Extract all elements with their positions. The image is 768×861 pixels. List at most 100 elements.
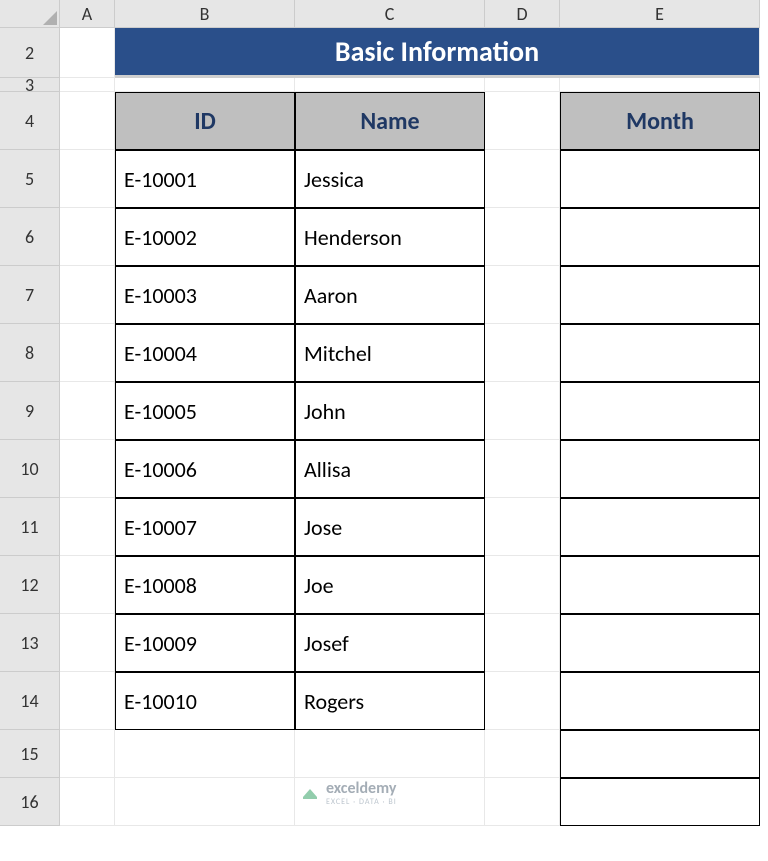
cell-C3[interactable] <box>295 78 485 92</box>
cell-B16[interactable] <box>115 778 295 826</box>
row-header-16[interactable]: 16 <box>0 778 60 826</box>
row-2: 2 Basic Information <box>0 28 768 78</box>
row-7: 7 E-10003Aaron <box>0 266 768 324</box>
cell-D14[interactable] <box>485 672 560 730</box>
row-header-4[interactable]: 4 <box>0 92 60 150</box>
row-header-2[interactable]: 2 <box>0 28 60 78</box>
cell-E16[interactable] <box>560 778 760 826</box>
row-header-5[interactable]: 5 <box>0 150 60 208</box>
col-header-B[interactable]: B <box>115 0 295 28</box>
cell-month[interactable] <box>560 498 760 556</box>
cell-D9[interactable] <box>485 382 560 440</box>
cell-B15[interactable] <box>115 730 295 778</box>
cell-D13[interactable] <box>485 614 560 672</box>
cell-id[interactable]: E-10010 <box>115 672 295 730</box>
cell-id[interactable]: E-10005 <box>115 382 295 440</box>
cell-A4[interactable] <box>60 92 115 150</box>
cell-D11[interactable] <box>485 498 560 556</box>
cell-month[interactable] <box>560 440 760 498</box>
cell-A12[interactable] <box>60 556 115 614</box>
cell-id[interactable]: E-10003 <box>115 266 295 324</box>
row-header-6[interactable]: 6 <box>0 208 60 266</box>
cell-month[interactable] <box>560 266 760 324</box>
cell-E3[interactable] <box>560 78 760 92</box>
cell-D16[interactable] <box>485 778 560 826</box>
cell-id[interactable]: E-10007 <box>115 498 295 556</box>
cell-A2[interactable] <box>60 28 115 78</box>
cell-month[interactable] <box>560 556 760 614</box>
cell-D10[interactable] <box>485 440 560 498</box>
cell-D5[interactable] <box>485 150 560 208</box>
cell-month[interactable] <box>560 208 760 266</box>
cell-D6[interactable] <box>485 208 560 266</box>
col-header-E[interactable]: E <box>560 0 760 28</box>
title-cell[interactable]: Basic Information <box>115 28 760 78</box>
cell-name[interactable]: Henderson <box>295 208 485 266</box>
cell-id[interactable]: E-10009 <box>115 614 295 672</box>
cell-month[interactable] <box>560 672 760 730</box>
cell-A8[interactable] <box>60 324 115 382</box>
cell-C15[interactable] <box>295 730 485 778</box>
row-15: 15 <box>0 730 768 778</box>
cell-month[interactable] <box>560 150 760 208</box>
cell-name[interactable]: Mitchel <box>295 324 485 382</box>
cell-name[interactable]: Joe <box>295 556 485 614</box>
col-header-A[interactable]: A <box>60 0 115 28</box>
cell-id[interactable]: E-10004 <box>115 324 295 382</box>
row-header-7[interactable]: 7 <box>0 266 60 324</box>
row-header-8[interactable]: 8 <box>0 324 60 382</box>
cell-name[interactable]: Rogers <box>295 672 485 730</box>
cell-A11[interactable] <box>60 498 115 556</box>
col-header-C[interactable]: C <box>295 0 485 28</box>
row-header-9[interactable]: 9 <box>0 382 60 440</box>
column-header-row: A B C D E <box>0 0 768 28</box>
cell-D15[interactable] <box>485 730 560 778</box>
row-header-10[interactable]: 10 <box>0 440 60 498</box>
cell-A7[interactable] <box>60 266 115 324</box>
cell-name[interactable]: Josef <box>295 614 485 672</box>
row-header-15[interactable]: 15 <box>0 730 60 778</box>
cell-A10[interactable] <box>60 440 115 498</box>
cell-id[interactable]: E-10001 <box>115 150 295 208</box>
row-header-13[interactable]: 13 <box>0 614 60 672</box>
cell-A16[interactable] <box>60 778 115 826</box>
cell-D12[interactable] <box>485 556 560 614</box>
cell-id[interactable]: E-10002 <box>115 208 295 266</box>
row-header-3[interactable]: 3 <box>0 78 60 92</box>
header-name[interactable]: Name <box>295 92 485 150</box>
cell-A15[interactable] <box>60 730 115 778</box>
cell-month[interactable] <box>560 614 760 672</box>
cell-A14[interactable] <box>60 672 115 730</box>
header-id[interactable]: ID <box>115 92 295 150</box>
cell-month[interactable] <box>560 382 760 440</box>
cell-D3[interactable] <box>485 78 560 92</box>
cell-name[interactable]: John <box>295 382 485 440</box>
cell-A5[interactable] <box>60 150 115 208</box>
cell-D4[interactable] <box>485 92 560 150</box>
cell-A6[interactable] <box>60 208 115 266</box>
cell-id[interactable]: E-10008 <box>115 556 295 614</box>
cell-id[interactable]: E-10006 <box>115 440 295 498</box>
cell-B3[interactable] <box>115 78 295 92</box>
cell-name[interactable]: Jose <box>295 498 485 556</box>
cell-A3[interactable] <box>60 78 115 92</box>
cell-A13[interactable] <box>60 614 115 672</box>
cell-E15[interactable] <box>560 730 760 778</box>
row-header-12[interactable]: 12 <box>0 556 60 614</box>
watermark-brand: exceldemy <box>326 779 396 798</box>
cell-name[interactable]: Allisa <box>295 440 485 498</box>
row-4: 4 ID Name Month <box>0 92 768 150</box>
select-all-corner[interactable] <box>0 0 60 28</box>
header-month[interactable]: Month <box>560 92 760 150</box>
cell-D7[interactable] <box>485 266 560 324</box>
cell-D8[interactable] <box>485 324 560 382</box>
cell-name[interactable]: Aaron <box>295 266 485 324</box>
select-all-triangle-icon <box>43 11 57 25</box>
col-header-D[interactable]: D <box>485 0 560 28</box>
row-header-14[interactable]: 14 <box>0 672 60 730</box>
cell-month[interactable] <box>560 324 760 382</box>
exceldemy-logo-icon <box>300 783 320 803</box>
cell-A9[interactable] <box>60 382 115 440</box>
row-header-11[interactable]: 11 <box>0 498 60 556</box>
cell-name[interactable]: Jessica <box>295 150 485 208</box>
